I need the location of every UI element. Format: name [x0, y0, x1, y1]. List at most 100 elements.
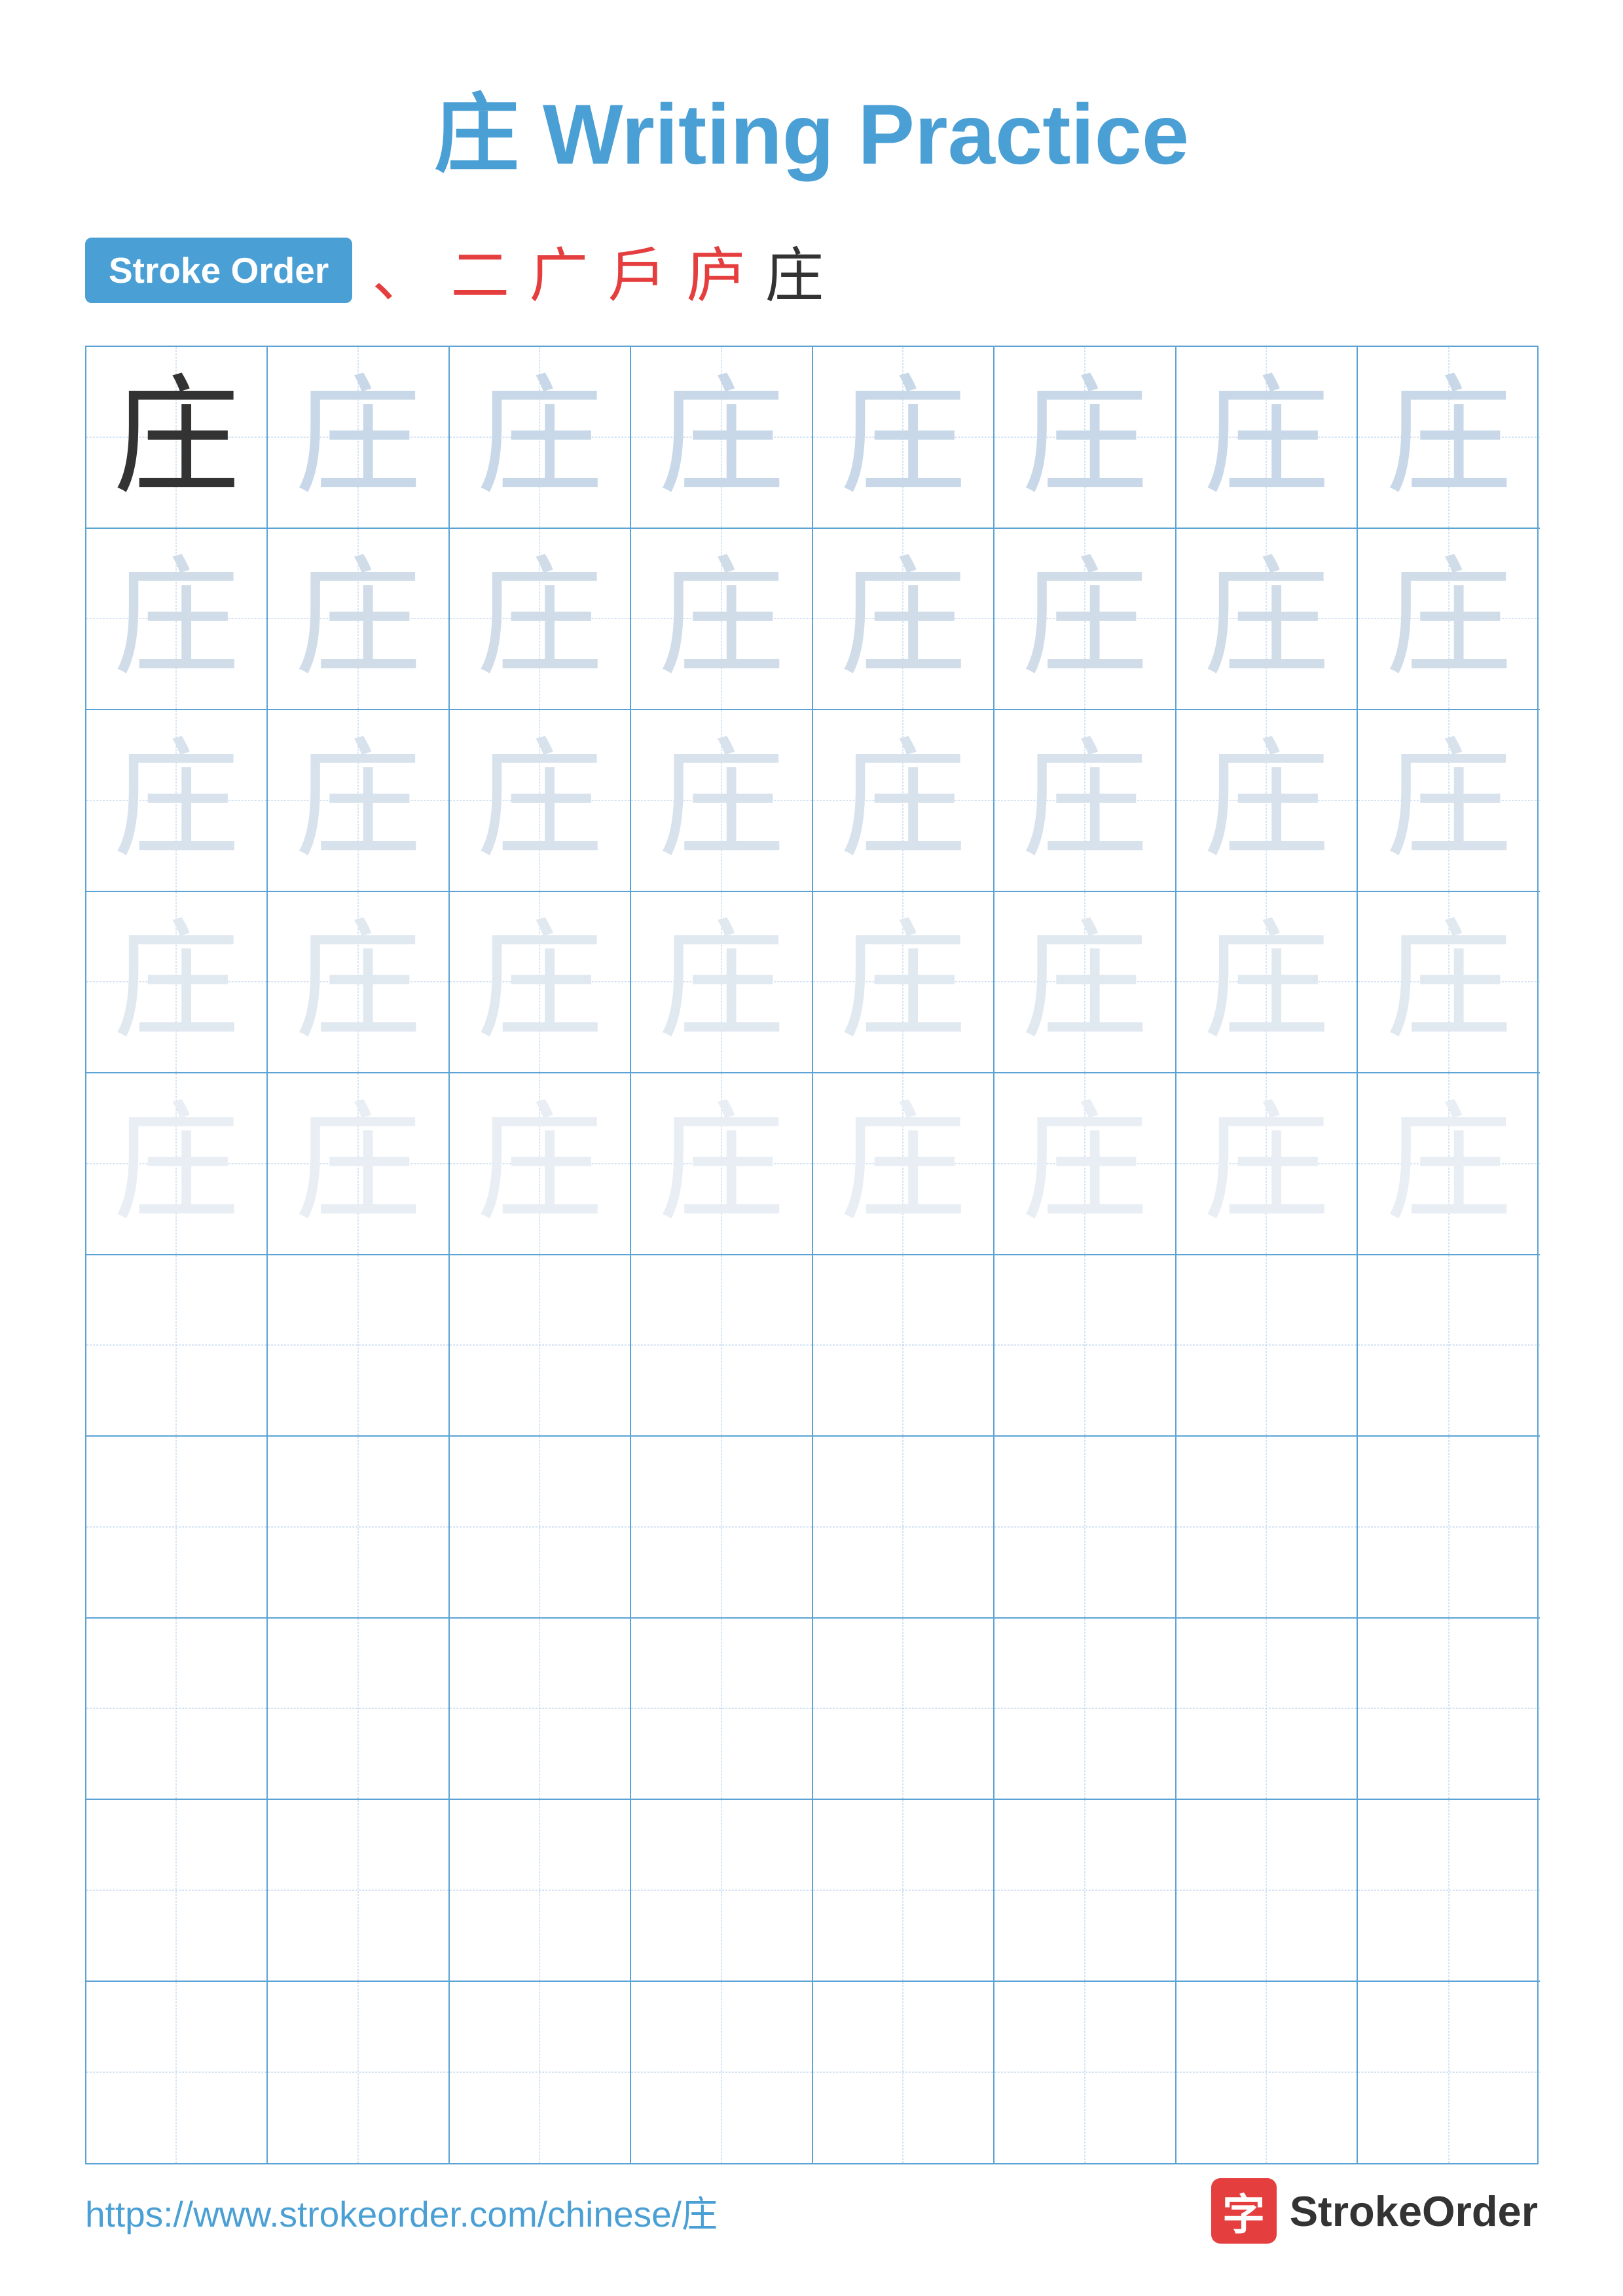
- grid-cell-empty[interactable]: [994, 1619, 1176, 1801]
- footer: https://www.strokeorder.com/chinese/庄 字 …: [0, 2178, 1623, 2244]
- grid-cell: 庄: [994, 892, 1176, 1074]
- grid-row-empty: [86, 1982, 1537, 2164]
- character-light: 庄: [839, 373, 967, 501]
- grid-cell-empty[interactable]: [1358, 1800, 1540, 1982]
- character-light: 庄: [1385, 918, 1512, 1046]
- grid-cell-empty[interactable]: [994, 1437, 1176, 1619]
- character-light: 庄: [657, 918, 785, 1046]
- grid-cell-empty[interactable]: [1176, 1255, 1359, 1437]
- grid-cell-empty[interactable]: [994, 1982, 1176, 2164]
- grid-cell-empty[interactable]: [86, 1255, 268, 1437]
- grid-cell-empty[interactable]: [1358, 1437, 1540, 1619]
- grid-cell: 庄: [450, 710, 632, 892]
- character-light: 庄: [839, 1100, 967, 1227]
- grid-cell: 庄: [268, 892, 450, 1074]
- grid-cell-empty[interactable]: [268, 1800, 450, 1982]
- character-light: 庄: [1203, 1100, 1330, 1227]
- character-light: 庄: [476, 1100, 604, 1227]
- grid-cell-empty[interactable]: [1176, 1619, 1359, 1801]
- character-light: 庄: [476, 918, 604, 1046]
- character-light: 庄: [476, 373, 604, 501]
- character-light: 庄: [1021, 1100, 1148, 1227]
- character-light: 庄: [839, 918, 967, 1046]
- grid-cell: 庄: [86, 892, 268, 1074]
- grid-cell-empty[interactable]: [813, 1255, 995, 1437]
- grid-cell-empty[interactable]: [813, 1619, 995, 1801]
- grid-cell-empty[interactable]: [268, 1255, 450, 1437]
- brand-icon: 字: [1211, 2178, 1277, 2244]
- character-light: 庄: [657, 736, 785, 864]
- grid-cell: 庄: [450, 1073, 632, 1255]
- character-light: 庄: [657, 555, 785, 683]
- grid-row-empty: [86, 1255, 1537, 1437]
- character-light: 庄: [113, 1100, 240, 1227]
- grid-cell-empty[interactable]: [631, 1437, 813, 1619]
- grid-cell: 庄: [994, 347, 1176, 529]
- grid-cell: 庄: [86, 529, 268, 711]
- grid-cell-empty[interactable]: [86, 1982, 268, 2164]
- grid-cell-empty[interactable]: [813, 1982, 995, 2164]
- character-light: 庄: [476, 736, 604, 864]
- grid-cell: 庄: [631, 710, 813, 892]
- character-light: 庄: [113, 555, 240, 683]
- grid-cell-empty[interactable]: [268, 1619, 450, 1801]
- grid-cell-empty[interactable]: [268, 1437, 450, 1619]
- grid-cell-empty[interactable]: [268, 1982, 450, 2164]
- grid-cell-empty[interactable]: [994, 1255, 1176, 1437]
- grid-cell-empty[interactable]: [1358, 1619, 1540, 1801]
- grid-cell-empty[interactable]: [1176, 1437, 1359, 1619]
- character-light: 庄: [1385, 373, 1512, 501]
- footer-url[interactable]: https://www.strokeorder.com/chinese/庄: [85, 2185, 718, 2237]
- grid-cell-empty[interactable]: [1176, 1800, 1359, 1982]
- character-light: 庄: [294, 736, 422, 864]
- grid-cell: 庄: [268, 710, 450, 892]
- stroke-order-badge: Stroke Order: [85, 238, 352, 303]
- brand-name: StrokeOrder: [1290, 2187, 1538, 2236]
- grid-cell-empty[interactable]: [450, 1982, 632, 2164]
- character-light: 庄: [657, 373, 785, 501]
- grid-cell-empty[interactable]: [631, 1255, 813, 1437]
- character-light: 庄: [1385, 555, 1512, 683]
- grid-cell: 庄: [86, 710, 268, 892]
- grid-row: 庄 庄 庄 庄 庄 庄 庄 庄: [86, 347, 1537, 529]
- stroke-4: 戶: [608, 228, 673, 313]
- page-title: 庄 Writing Practice: [0, 0, 1623, 228]
- character-light: 庄: [839, 736, 967, 864]
- grid-cell-empty[interactable]: [86, 1800, 268, 1982]
- grid-cell: 庄: [631, 1073, 813, 1255]
- grid-cell-empty[interactable]: [450, 1437, 632, 1619]
- grid-cell-empty[interactable]: [813, 1437, 995, 1619]
- character-light: 庄: [476, 555, 604, 683]
- grid-cell: 庄: [631, 892, 813, 1074]
- grid-cell: 庄: [813, 347, 995, 529]
- grid-cell-empty[interactable]: [86, 1619, 268, 1801]
- grid-cell-empty[interactable]: [813, 1800, 995, 1982]
- grid-cell: 庄: [268, 529, 450, 711]
- grid-cell: 庄: [1176, 710, 1359, 892]
- grid-cell: 庄: [813, 529, 995, 711]
- grid-cell: 庄: [268, 1073, 450, 1255]
- grid-cell-empty[interactable]: [450, 1255, 632, 1437]
- character-light: 庄: [1203, 736, 1330, 864]
- grid-cell-empty[interactable]: [1358, 1982, 1540, 2164]
- footer-brand: 字 StrokeOrder: [1211, 2178, 1538, 2244]
- grid-cell-empty[interactable]: [1176, 1982, 1359, 2164]
- character-light: 庄: [113, 736, 240, 864]
- grid-cell-empty[interactable]: [86, 1437, 268, 1619]
- grid-row-empty: [86, 1437, 1537, 1619]
- grid-row: 庄 庄 庄 庄 庄 庄 庄 庄: [86, 710, 1537, 892]
- grid-cell-empty[interactable]: [1358, 1255, 1540, 1437]
- grid-cell: 庄: [631, 529, 813, 711]
- grid-cell: 庄: [1176, 529, 1359, 711]
- grid-cell: 庄: [631, 347, 813, 529]
- grid-cell-empty[interactable]: [450, 1800, 632, 1982]
- grid-cell-empty[interactable]: [631, 1800, 813, 1982]
- character-light: 庄: [294, 1100, 422, 1227]
- grid-cell-empty[interactable]: [631, 1982, 813, 2164]
- grid-cell-empty[interactable]: [994, 1800, 1176, 1982]
- grid-cell-empty[interactable]: [631, 1619, 813, 1801]
- grid-cell: 庄: [994, 529, 1176, 711]
- grid-cell-empty[interactable]: [450, 1619, 632, 1801]
- grid-cell: 庄: [813, 892, 995, 1074]
- grid-cell: 庄: [450, 892, 632, 1074]
